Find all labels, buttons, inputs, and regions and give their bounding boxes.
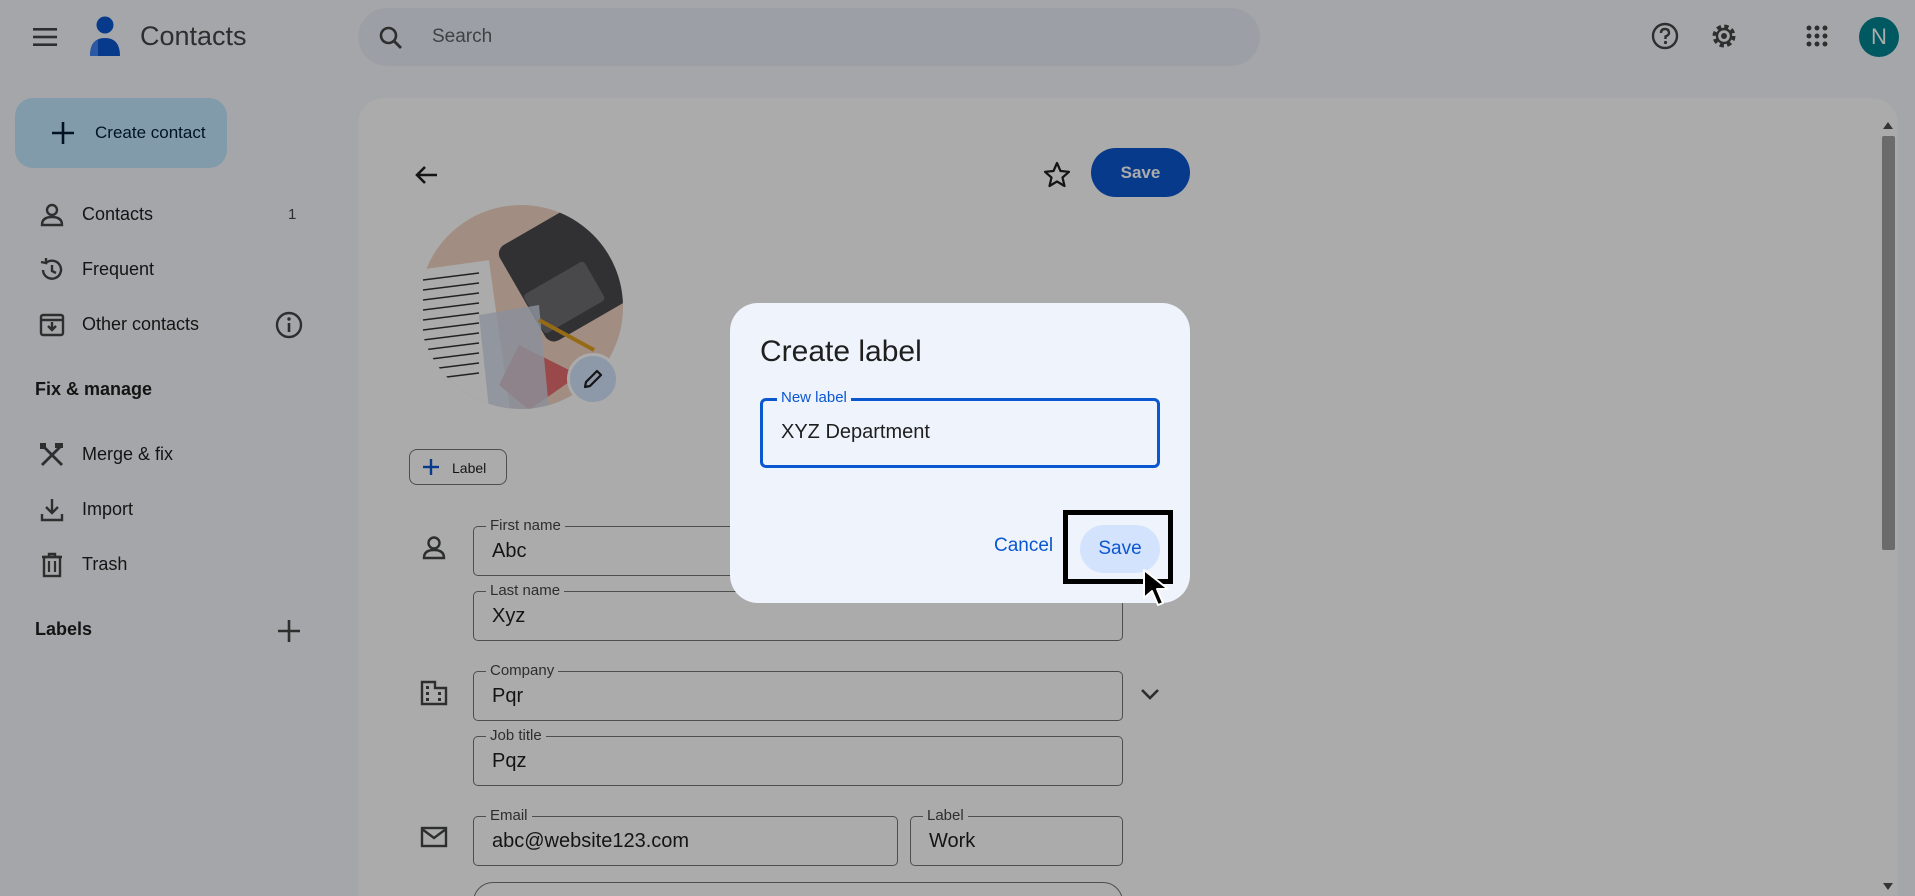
- field-value[interactable]: XYZ Department: [781, 421, 930, 444]
- cancel-button[interactable]: Cancel: [994, 535, 1053, 557]
- new-label-input[interactable]: New label XYZ Department: [760, 389, 1160, 468]
- dialog-title: Create label: [760, 335, 922, 368]
- field-label: New label: [777, 389, 851, 406]
- cursor-arrow-icon: [1142, 568, 1176, 608]
- scrollbar-thumb[interactable]: [1882, 136, 1895, 550]
